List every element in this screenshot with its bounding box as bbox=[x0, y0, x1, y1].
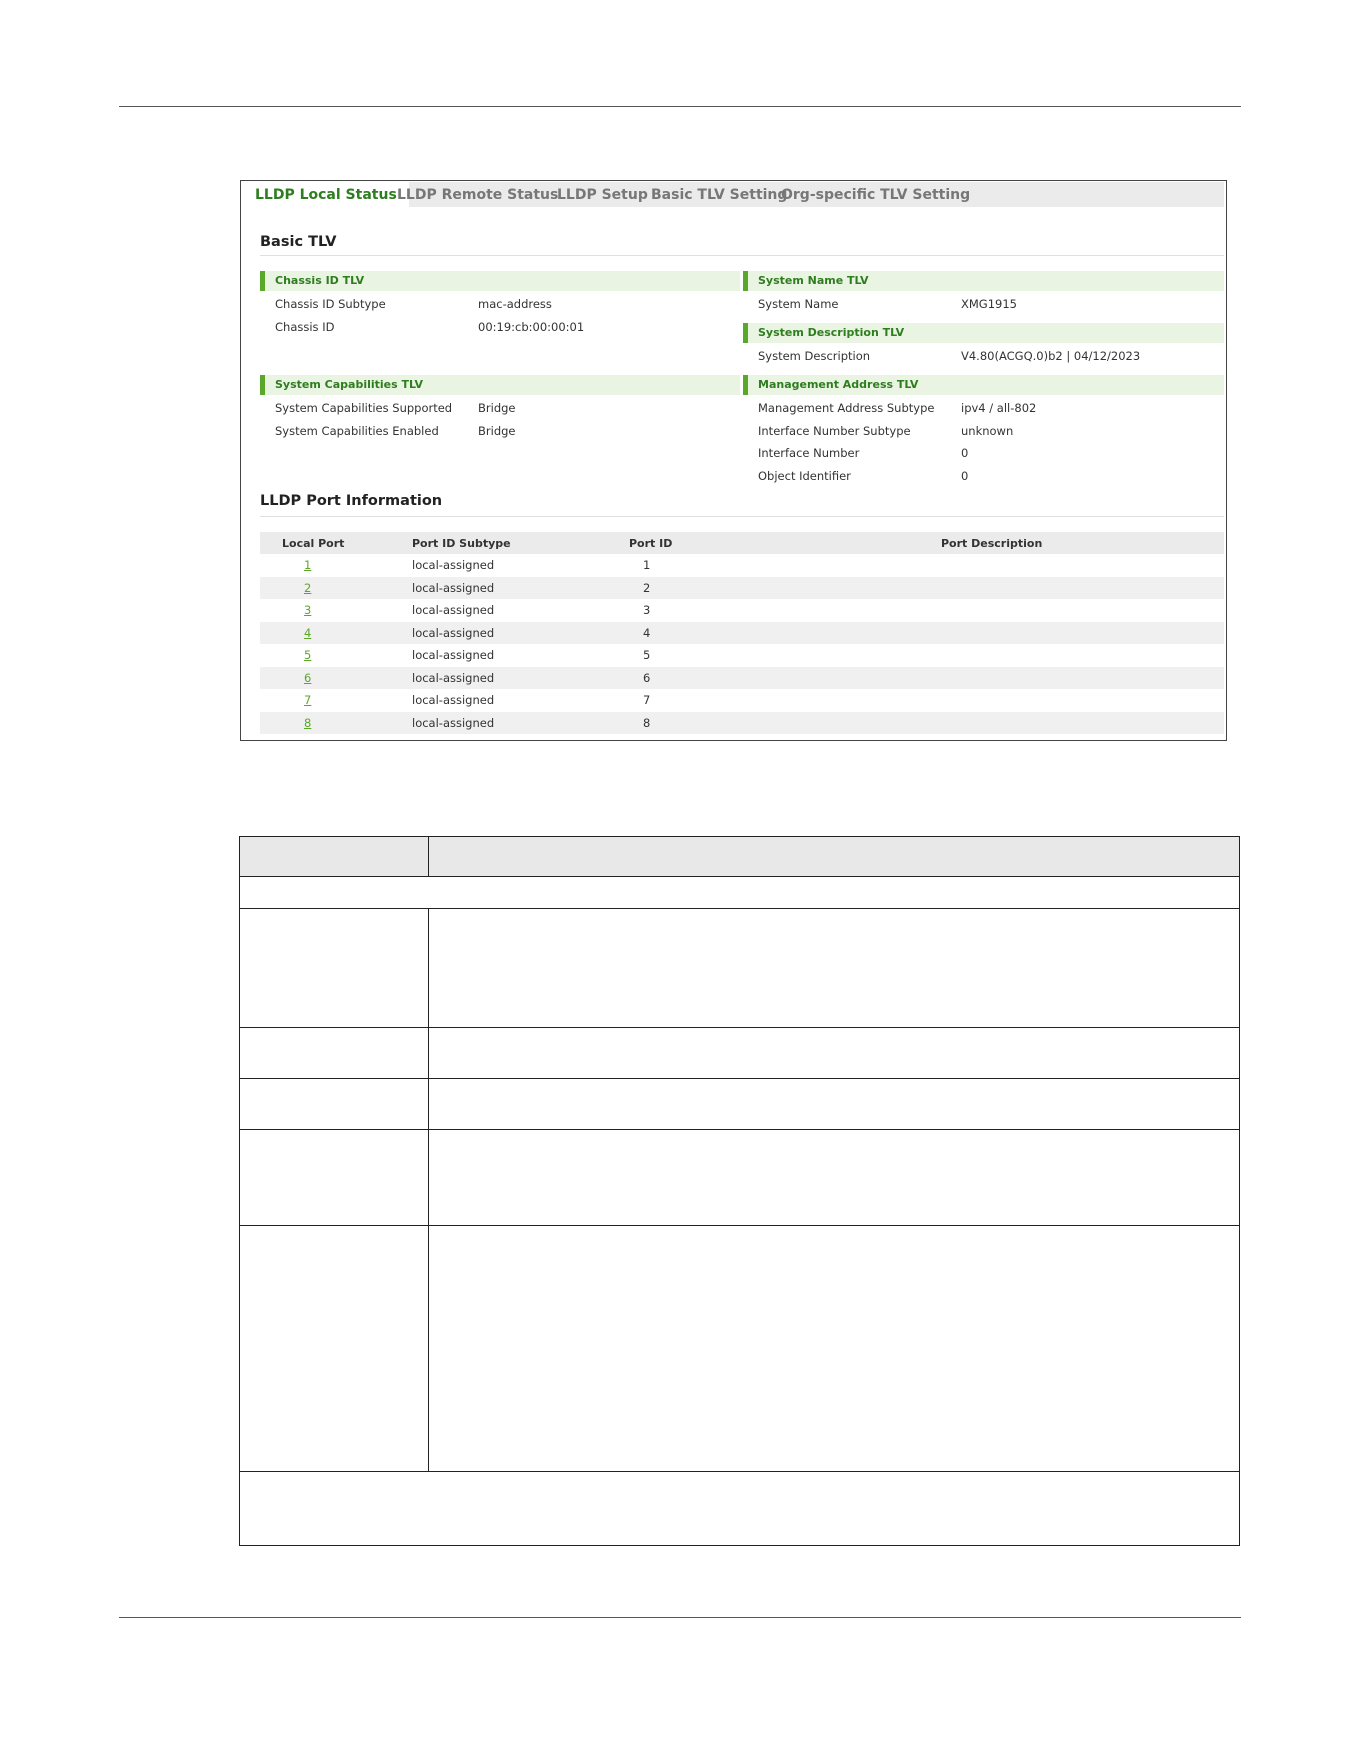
chassis-id-label: Chassis ID bbox=[275, 320, 335, 334]
system-capabilities-tlv-heading: System Capabilities TLV bbox=[260, 375, 740, 395]
system-name-label: System Name bbox=[758, 297, 839, 311]
local-port-link[interactable]: 7 bbox=[304, 693, 311, 707]
port-id-cell: 7 bbox=[643, 693, 651, 707]
port-id-subtype-cell: local-assigned bbox=[412, 648, 495, 662]
port-id-cell: 6 bbox=[643, 670, 651, 685]
port-id-subtype-cell: local-assigned bbox=[412, 670, 495, 685]
port-id-cell: 3 bbox=[643, 603, 651, 617]
capabilities-enabled-label: System Capabilities Enabled bbox=[275, 424, 439, 438]
port-id-subtype-cell: local-assigned bbox=[412, 558, 495, 572]
header-column-divider bbox=[428, 837, 429, 877]
interface-number-value: 0 bbox=[961, 446, 969, 460]
table-row: 3 local-assigned 3 bbox=[260, 599, 1224, 622]
table-row-divider bbox=[240, 1129, 1239, 1130]
tab-basic-tlv-setting[interactable]: Basic TLV Setting bbox=[651, 187, 787, 203]
tab-bar: LLDP Local Status LLDP Remote Status LLD… bbox=[241, 181, 1226, 207]
table-header-row bbox=[240, 837, 1239, 877]
table-row: 4 local-assigned 4 bbox=[260, 621, 1224, 644]
system-description-tlv-heading: System Description TLV bbox=[743, 323, 1224, 343]
table-row-divider bbox=[240, 1027, 1239, 1028]
local-port-link[interactable]: 4 bbox=[304, 626, 311, 640]
lldp-port-information-title: LLDP Port Information bbox=[260, 493, 443, 509]
local-port-link[interactable]: 5 bbox=[304, 648, 311, 662]
tab-lldp-remote-status[interactable]: LLDP Remote Status bbox=[397, 187, 558, 203]
table-row-divider bbox=[240, 1078, 1239, 1079]
page-top-rule bbox=[119, 106, 1241, 107]
table-row-divider bbox=[240, 908, 1239, 909]
system-description-value: V4.80(ACGQ.0)b2 | 04/12/2023 bbox=[961, 349, 1141, 363]
capabilities-enabled-value: Bridge bbox=[478, 424, 516, 438]
port-id-cell: 5 bbox=[643, 648, 651, 662]
lldp-local-status-screenshot: LLDP Local Status LLDP Remote Status LLD… bbox=[240, 180, 1227, 741]
chassis-id-value: 00:19:cb:00:00:01 bbox=[478, 320, 585, 334]
port-id-cell: 8 bbox=[643, 715, 651, 730]
local-port-link[interactable]: 3 bbox=[304, 603, 311, 617]
port-id-subtype-cell: local-assigned bbox=[412, 603, 495, 617]
capabilities-supported-value: Bridge bbox=[478, 401, 516, 415]
object-identifier-value: 0 bbox=[961, 469, 969, 483]
table-row-divider bbox=[240, 1471, 1239, 1472]
column-divider bbox=[428, 908, 429, 1471]
port-info-divider bbox=[260, 516, 1224, 517]
chassis-id-subtype-label: Chassis ID Subtype bbox=[275, 297, 386, 311]
port-id-subtype-cell: local-assigned bbox=[412, 625, 495, 640]
management-address-tlv-heading: Management Address TLV bbox=[743, 375, 1224, 395]
mgmt-address-subtype-value: ipv4 / all-802 bbox=[961, 401, 1037, 415]
tab-lldp-local-status[interactable]: LLDP Local Status bbox=[243, 181, 409, 207]
port-id-subtype-cell: local-assigned bbox=[412, 693, 495, 707]
page-bottom-rule bbox=[119, 1617, 1241, 1618]
interface-number-label: Interface Number bbox=[758, 446, 860, 460]
port-id-subtype-cell: local-assigned bbox=[412, 580, 495, 595]
table-row: 6 local-assigned 6 bbox=[260, 666, 1224, 689]
tab-org-specific-tlv-setting[interactable]: Org-specific TLV Setting bbox=[781, 187, 970, 203]
basic-tlv-divider bbox=[260, 255, 1224, 256]
local-port-link[interactable]: 1 bbox=[304, 558, 311, 572]
interface-number-subtype-value: unknown bbox=[961, 424, 1014, 438]
col-local-port: Local Port bbox=[282, 537, 345, 550]
port-table-header: Local Port Port ID Subtype Port ID Port … bbox=[260, 532, 1224, 554]
mgmt-address-subtype-label: Management Address Subtype bbox=[758, 401, 935, 415]
port-id-cell: 1 bbox=[643, 558, 651, 572]
system-description-label: System Description bbox=[758, 349, 871, 363]
local-port-link[interactable]: 2 bbox=[304, 581, 311, 595]
port-id-cell: 4 bbox=[643, 625, 651, 640]
table-row-divider bbox=[240, 1225, 1239, 1226]
col-port-id-subtype: Port ID Subtype bbox=[412, 537, 511, 550]
system-name-tlv-heading: System Name TLV bbox=[743, 271, 1224, 291]
interface-number-subtype-label: Interface Number Subtype bbox=[758, 424, 911, 438]
capabilities-supported-label: System Capabilities Supported bbox=[275, 401, 453, 415]
table-row: 5 local-assigned 5 bbox=[260, 644, 1224, 667]
field-description-table bbox=[239, 836, 1240, 1546]
system-name-value: XMG1915 bbox=[961, 297, 1017, 311]
local-port-link[interactable]: 6 bbox=[304, 671, 311, 685]
basic-tlv-title: Basic TLV bbox=[260, 234, 337, 250]
chassis-id-subtype-value: mac-address bbox=[478, 297, 552, 311]
table-row: 8 local-assigned 8 bbox=[260, 711, 1224, 734]
local-port-link[interactable]: 8 bbox=[304, 716, 311, 730]
col-port-id: Port ID bbox=[629, 537, 673, 550]
table-row: 7 local-assigned 7 bbox=[260, 689, 1224, 712]
col-port-description: Port Description bbox=[941, 537, 1043, 550]
port-id-cell: 2 bbox=[643, 580, 651, 595]
table-row: 1 local-assigned 1 bbox=[260, 554, 1224, 577]
tab-lldp-setup[interactable]: LLDP Setup bbox=[557, 187, 648, 203]
object-identifier-label: Object Identifier bbox=[758, 469, 851, 483]
port-id-subtype-cell: local-assigned bbox=[412, 715, 495, 730]
table-row: 2 local-assigned 2 bbox=[260, 576, 1224, 599]
chassis-id-tlv-heading: Chassis ID TLV bbox=[260, 271, 740, 291]
